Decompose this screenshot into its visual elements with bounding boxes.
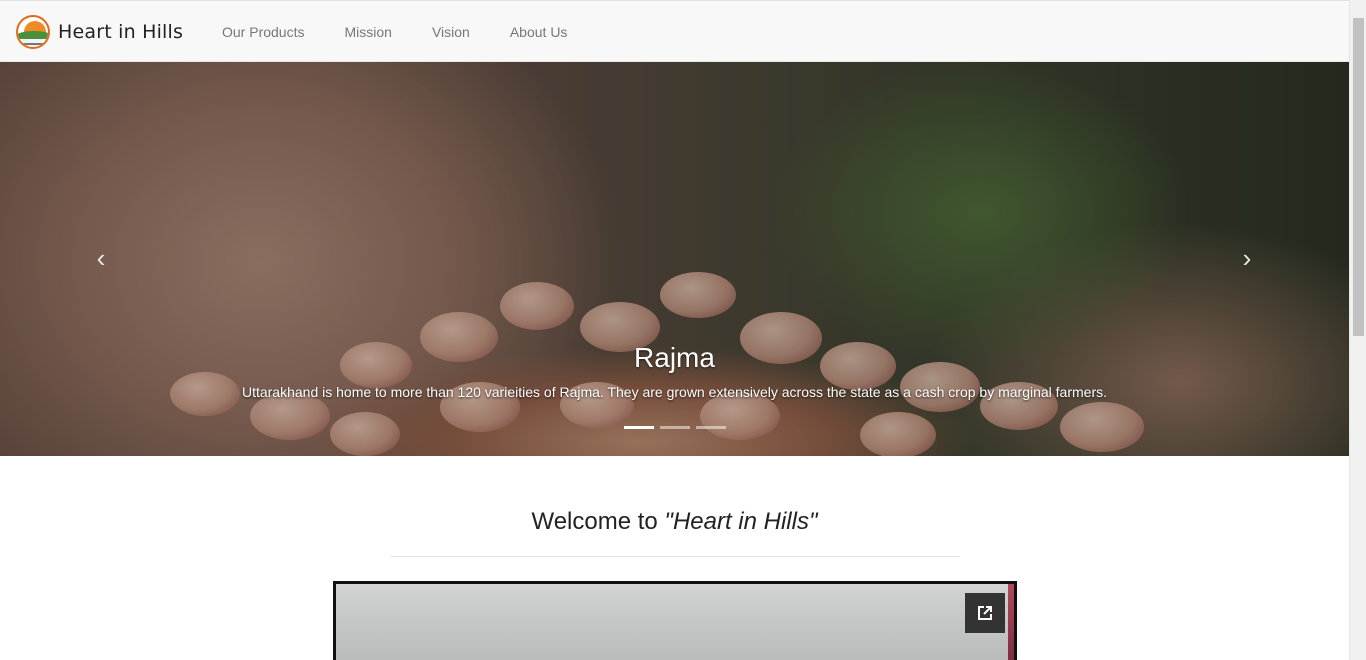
chevron-left-icon: ‹ bbox=[96, 243, 106, 273]
carousel-indicator-1[interactable] bbox=[624, 426, 654, 429]
chevron-right-icon: › bbox=[1242, 243, 1252, 273]
carousel-indicator-3[interactable] bbox=[696, 426, 726, 429]
carousel-next-button[interactable]: › bbox=[1235, 243, 1259, 273]
welcome-brand-name: "Heart in Hills" bbox=[664, 508, 818, 535]
slide-title: Rajma bbox=[634, 342, 715, 373]
nav-link-vision[interactable]: Vision bbox=[432, 24, 470, 40]
nav-links: Our Products Mission Vision About Us bbox=[222, 1, 607, 63]
nav-link-mission[interactable]: Mission bbox=[344, 24, 391, 40]
hero-carousel: ‹ › Rajma Uttarakhand is home to more th… bbox=[0, 62, 1349, 456]
slide-description: Uttarakhand is home to more than 120 var… bbox=[241, 384, 1108, 400]
carousel-indicator-2[interactable] bbox=[660, 426, 690, 429]
divider bbox=[390, 556, 960, 557]
carousel-prev-button[interactable]: ‹ bbox=[89, 243, 113, 273]
nav-link-about-us[interactable]: About Us bbox=[510, 24, 568, 40]
brand-name: Heart in Hills bbox=[58, 21, 184, 43]
welcome-prefix: Welcome to bbox=[531, 508, 665, 535]
brand-link[interactable]: Heart in Hills bbox=[16, 13, 183, 51]
brand-logo bbox=[16, 15, 50, 49]
welcome-heading: Welcome to "Heart in Hills" bbox=[0, 508, 1349, 536]
open-in-new-icon bbox=[978, 606, 992, 620]
navbar: Heart in Hills Our Products Mission Visi… bbox=[0, 0, 1349, 62]
open-in-new-button[interactable] bbox=[965, 593, 1005, 633]
embedded-video[interactable] bbox=[333, 581, 1017, 660]
nav-link-our-products[interactable]: Our Products bbox=[222, 24, 304, 40]
scrollbar-thumb[interactable] bbox=[1353, 18, 1364, 336]
page-scrollbar[interactable] bbox=[1349, 0, 1366, 660]
carousel-indicators bbox=[624, 426, 732, 429]
